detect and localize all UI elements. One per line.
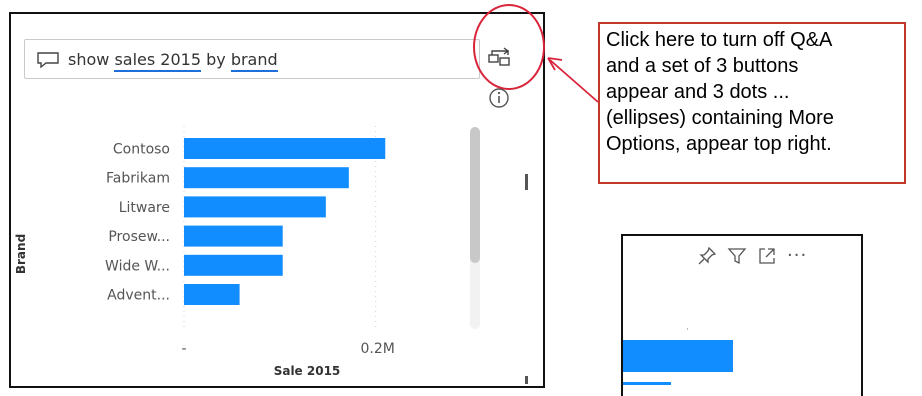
inset-visual-panel: ··· — [621, 234, 863, 396]
inset-bar — [623, 340, 733, 372]
inset-underline — [623, 382, 671, 385]
visual-header-toolbar: ··· — [697, 246, 807, 266]
more-options-icon[interactable]: ··· — [787, 247, 807, 265]
callout-text: Click here to turn off Q&A and a set of … — [606, 29, 834, 155]
page: show sales 2015 by brand Contoso Fabrikam… — [0, 0, 922, 396]
callout-box: Click here to turn off Q&A and a set of … — [598, 22, 906, 184]
inset-gridline — [687, 328, 688, 330]
focus-mode-icon[interactable] — [757, 246, 777, 266]
pin-icon[interactable] — [697, 246, 717, 266]
filter-icon[interactable] — [727, 246, 747, 266]
